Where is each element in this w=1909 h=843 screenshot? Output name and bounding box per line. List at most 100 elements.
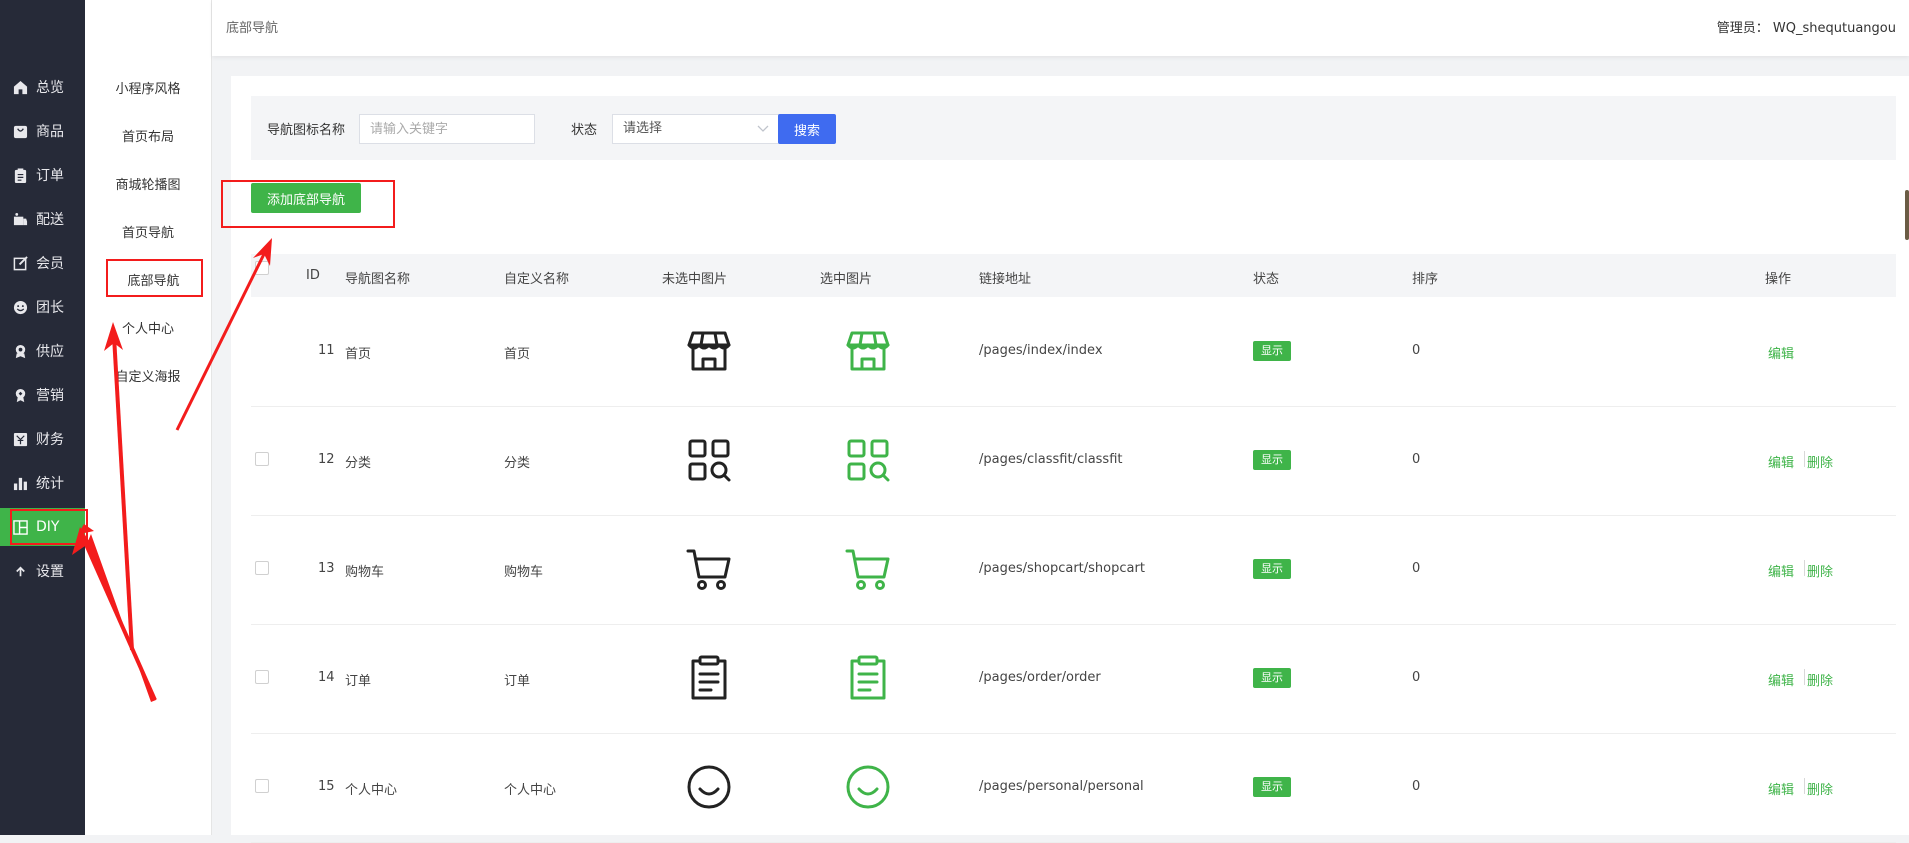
sidebar-item-label: 总览 (36, 80, 64, 96)
cart-selected-icon (844, 545, 892, 593)
add-bottom-nav-button[interactable]: 添加底部导航 (251, 183, 361, 213)
arrow-up-icon (12, 563, 28, 579)
sidebar-item-1[interactable]: 商品 (0, 112, 85, 150)
delivery-icon (12, 211, 28, 227)
sidebar-item-label: 会员 (36, 256, 64, 272)
row-nav-name: 分类 (345, 456, 372, 471)
sidebar-item-10[interactable]: DIY (0, 508, 85, 546)
delete-link[interactable]: 删除 (1807, 670, 1833, 689)
row-id: 14 (318, 670, 335, 685)
row-checkbox[interactable] (255, 561, 269, 575)
row-custom-name: 个人中心 (504, 783, 557, 798)
row-sort: 0 (1412, 343, 1421, 358)
smile-icon (685, 763, 733, 811)
row-id: 15 (318, 779, 335, 794)
sidebar-item-11[interactable]: 设置 (0, 552, 85, 590)
category-icon (685, 436, 733, 484)
column-header: 排序 (1412, 272, 1439, 287)
delete-link[interactable]: 删除 (1807, 561, 1833, 580)
subnav-item-2[interactable]: 商城轮播图 (85, 168, 211, 204)
store-icon (685, 327, 733, 375)
sidebar-item-label: 供应 (36, 344, 64, 360)
sidebar-item-label: 商品 (36, 124, 64, 140)
delete-link[interactable]: 删除 (1807, 779, 1833, 798)
sidebar-item-label: 团长 (36, 300, 64, 316)
store-selected-icon (844, 327, 892, 375)
row-custom-name: 订单 (504, 674, 531, 689)
row-id: 13 (318, 561, 335, 576)
status-badge: 显示 (1253, 341, 1291, 361)
bar-chart-icon (12, 475, 28, 491)
status-select[interactable]: 请选择 (612, 114, 780, 144)
status-badge: 显示 (1253, 450, 1291, 470)
home-icon (12, 79, 28, 95)
edit-link[interactable]: 编辑 (1768, 452, 1794, 471)
status-select-value: 请选择 (623, 121, 663, 136)
sidebar-item-5[interactable]: 团长 (0, 288, 85, 326)
column-header: 操作 (1765, 272, 1792, 287)
sidebar-item-4[interactable]: 会员 (0, 244, 85, 282)
search-button[interactable]: 搜索 (778, 114, 836, 144)
sidebar-item-0[interactable]: 总览 (0, 68, 85, 106)
subnav-item-5[interactable]: 个人中心 (85, 312, 211, 348)
scrollbar-thumb[interactable] (1905, 190, 1909, 240)
row-id: 11 (318, 343, 335, 358)
subnav-item-1[interactable]: 首页布局 (85, 120, 211, 156)
row-nav-name: 首页 (345, 347, 372, 362)
smile-icon (12, 299, 28, 315)
edit-link[interactable]: 编辑 (1768, 343, 1794, 362)
sidebar-item-label: 营销 (36, 388, 64, 404)
row-link: /pages/index/index (979, 343, 1103, 358)
subnav-item-4[interactable]: 底部导航 (107, 264, 200, 300)
sidebar-item-7[interactable]: 营销 (0, 376, 85, 414)
chevron-down-icon (757, 125, 769, 132)
smile-selected-icon (844, 763, 892, 811)
row-link: /pages/shopcart/shopcart (979, 561, 1145, 576)
row-checkbox[interactable] (255, 779, 269, 793)
row-sort: 0 (1412, 561, 1421, 576)
status-filter-label: 状态 (571, 123, 598, 138)
sidebar-item-8[interactable]: 财务 (0, 420, 85, 458)
diy-subnav: 小程序风格首页布局商城轮播图首页导航底部导航个人中心自定义海报 (85, 0, 212, 835)
edit-icon (12, 255, 28, 271)
row-custom-name: 购物车 (504, 565, 544, 580)
row-custom-name: 首页 (504, 347, 531, 362)
admin-user-label[interactable]: 管理员： WQ_shequtuangou (1717, 17, 1896, 36)
subnav-item-6[interactable]: 自定义海报 (85, 360, 211, 396)
row-custom-name: 分类 (504, 456, 531, 471)
order-icon (685, 654, 733, 702)
action-divider (1804, 560, 1805, 576)
order-selected-icon (844, 654, 892, 702)
subnav-item-0[interactable]: 小程序风格 (85, 72, 211, 108)
top-header: 底部导航 管理员： WQ_shequtuangou (212, 0, 1909, 56)
sidebar-item-2[interactable]: 订单 (0, 156, 85, 194)
column-header: 导航图名称 (345, 272, 411, 287)
column-header: ID (306, 268, 320, 283)
delete-link[interactable]: 删除 (1807, 452, 1833, 471)
edit-link[interactable]: 编辑 (1768, 670, 1794, 689)
row-link: /pages/personal/personal (979, 779, 1144, 794)
status-badge: 显示 (1253, 559, 1291, 579)
sidebar-item-label: DIY (36, 519, 60, 535)
layout-icon (12, 519, 28, 535)
table-row: 14 订单 订单/pages/order/order 显示 0 编辑 删除 (251, 624, 1896, 734)
sidebar-item-6[interactable]: 供应 (0, 332, 85, 370)
row-checkbox[interactable] (255, 670, 269, 684)
edit-link[interactable]: 编辑 (1768, 779, 1794, 798)
action-divider (1804, 669, 1805, 685)
sidebar-item-9[interactable]: 统计 (0, 464, 85, 502)
edit-link[interactable]: 编辑 (1768, 561, 1794, 580)
nav-name-label: 导航图标名称 (267, 123, 346, 138)
subnav-item-3[interactable]: 首页导航 (85, 216, 211, 252)
search-filter-bar: 导航图标名称 状态 请选择 搜索 (251, 96, 1896, 160)
main-sidebar: 总览商品订单配送会员团长供应营销财务统计 DIY 设置 (0, 0, 85, 835)
row-checkbox[interactable] (255, 452, 269, 466)
content-card: 导航图标名称 状态 请选择 搜索 添加底部导航 ID 导航图名称 自定义名称 未选中图… (231, 76, 1909, 843)
select-all-checkbox[interactable] (255, 261, 269, 275)
table-row: 11 首页 首页/pages/index/index 显示 0 编辑 (251, 297, 1896, 407)
column-header: 选中图片 (820, 272, 873, 287)
nav-name-search-input[interactable] (359, 114, 535, 144)
category-selected-icon (844, 436, 892, 484)
sidebar-item-3[interactable]: 配送 (0, 200, 85, 238)
status-badge: 显示 (1253, 668, 1291, 688)
